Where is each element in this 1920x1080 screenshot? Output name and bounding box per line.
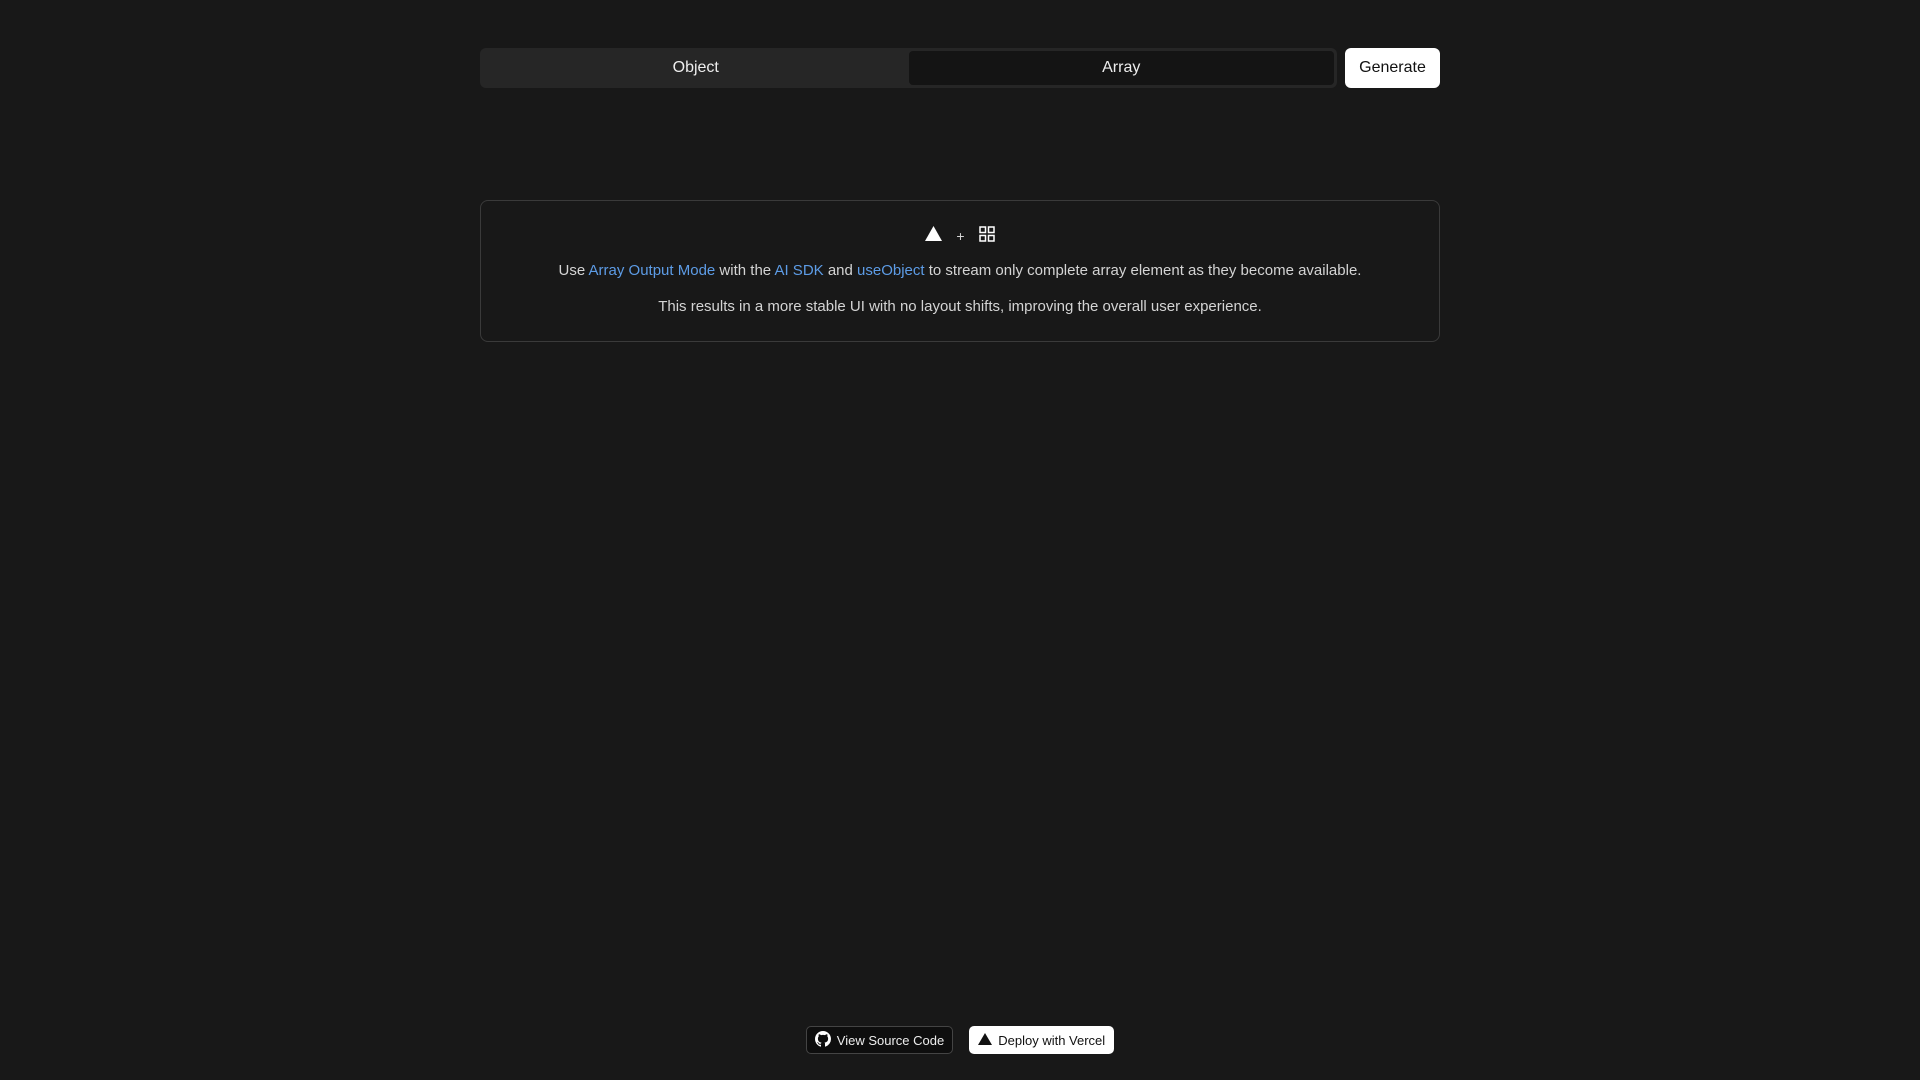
info-benefit: This results in a more stable UI with no…	[658, 298, 1262, 315]
view-source-label: View Source Code	[836, 1032, 945, 1048]
text-and: and	[823, 262, 858, 279]
plus-sign: +	[956, 228, 965, 244]
text-rest: to stream only complete array element as…	[924, 262, 1362, 279]
deploy-vercel-button[interactable]: Deploy with Vercel	[969, 1026, 1115, 1054]
text-use: Use	[558, 262, 589, 279]
generate-button[interactable]: Generate	[1345, 48, 1440, 88]
info-description: Use Array Output Mode with the AI SDK an…	[481, 261, 1439, 281]
mode-tabs: Object Array	[480, 48, 1337, 88]
deploy-label: Deploy with Vercel	[998, 1032, 1106, 1048]
ai-sdk-link[interactable]: AI SDK	[774, 262, 823, 279]
tab-array[interactable]: Array	[908, 51, 1334, 85]
vercel-triangle-icon	[978, 1032, 993, 1048]
github-icon	[814, 1030, 831, 1050]
text-with-the: with the	[715, 262, 775, 279]
tab-object[interactable]: Object	[483, 51, 909, 85]
footer: View Source Code Deploy with Vercel	[0, 1026, 1920, 1054]
info-card: + Use Array Output Mode with the AI SDK …	[480, 200, 1440, 342]
use-object-link[interactable]: useObject	[857, 262, 925, 279]
top-toolbar: Object Array Generate	[480, 48, 1440, 88]
grid-icon	[978, 225, 995, 247]
array-output-mode-link[interactable]: Array Output Mode	[589, 262, 716, 279]
logo-row: +	[481, 225, 1439, 247]
vercel-triangle-icon	[925, 226, 943, 246]
page: Object Array Generate + Use Array Output…	[0, 0, 1920, 1080]
view-source-button[interactable]: View Source Code	[805, 1026, 954, 1054]
